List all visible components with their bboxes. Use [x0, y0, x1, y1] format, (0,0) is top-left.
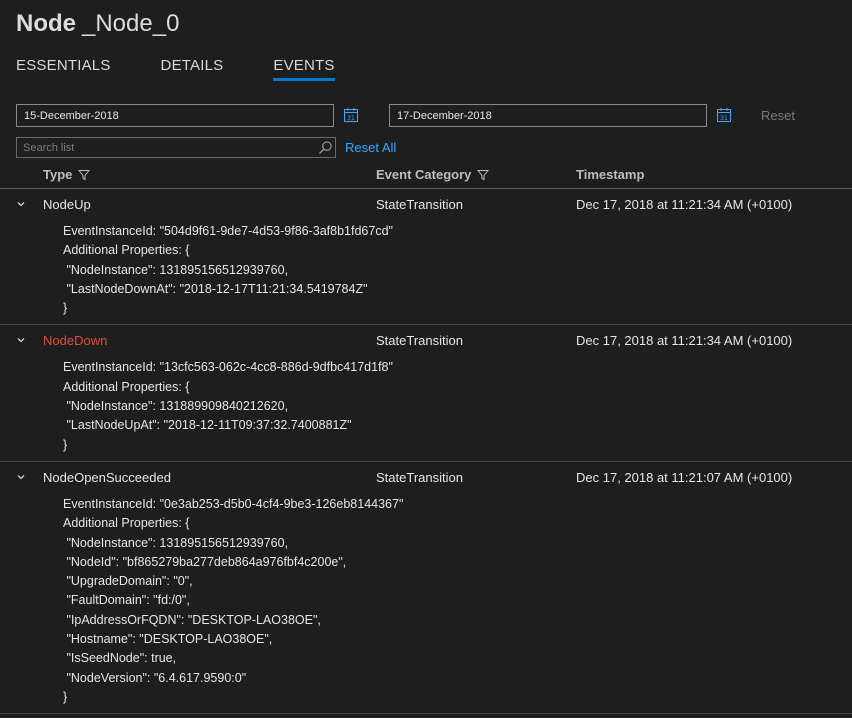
column-category-label: Event Category: [376, 167, 472, 182]
svg-text:31: 31: [720, 115, 728, 122]
detail-line: "NodeInstance": 131895156512939760,: [63, 262, 289, 277]
page-title-name: _Node_0: [82, 10, 180, 37]
event-type: NodeDown: [43, 333, 108, 349]
detail-line: "IpAddressOrFQDN": "DESKTOP-LAO38OE",: [63, 612, 321, 627]
chevron-down-icon[interactable]: [16, 335, 26, 345]
row-header[interactable]: NodeOpenSucceeded StateTransition Dec 17…: [0, 462, 852, 493]
search-input[interactable]: [16, 137, 336, 158]
table-header: Type Event Category Timestamp: [0, 162, 852, 189]
filter-icon[interactable]: [477, 169, 490, 181]
search-icon: [318, 141, 332, 155]
detail-line: Additional Properties: {: [63, 379, 190, 394]
detail-line: Additional Properties: {: [63, 243, 190, 258]
event-type: NodeOpenSucceeded: [43, 469, 171, 485]
row-header[interactable]: NodeDown StateTransition Dec 17, 2018 at…: [0, 325, 852, 356]
tab-essentials[interactable]: ESSENTIALS: [16, 57, 111, 81]
detail-line: Additional Properties: {: [63, 516, 190, 531]
calendar-icon[interactable]: 31: [343, 107, 359, 123]
column-header-timestamp[interactable]: Timestamp: [576, 167, 644, 182]
date-filter-row: 31 31 Reset: [16, 104, 836, 128]
tab-bar: ESSENTIALS DETAILS EVENTS: [16, 57, 385, 81]
detail-line: "IsSeedNode": true,: [63, 651, 177, 666]
detail-line: "Hostname": "DESKTOP-LAO38OE",: [63, 632, 273, 647]
detail-line: "NodeInstance": 131889909840212620,: [63, 399, 289, 414]
chevron-down-icon[interactable]: [16, 472, 26, 482]
detail-line: EventInstanceId: "504d9f61-9de7-4d53-9f8…: [63, 224, 393, 238]
column-type-label: Type: [43, 167, 73, 182]
event-details: EventInstanceId: "13cfc563-062c-4cc8-886…: [0, 356, 852, 460]
detail-line: "UpgradeDomain": "0",: [63, 574, 193, 589]
table-row: NodeDown StateTransition Dec 17, 2018 at…: [0, 325, 852, 462]
page-title: Node _Node_0: [16, 10, 179, 38]
event-timestamp: Dec 17, 2018 at 11:21:34 AM (+0100): [576, 333, 793, 349]
chevron-down-icon[interactable]: [16, 199, 26, 209]
event-category: StateTransition: [376, 469, 463, 485]
detail-line: }: [63, 437, 68, 452]
tab-events[interactable]: EVENTS: [273, 57, 335, 81]
column-timestamp-label: Timestamp: [576, 167, 645, 182]
column-header-category[interactable]: Event Category: [376, 167, 490, 182]
tab-details[interactable]: DETAILS: [161, 57, 224, 81]
detail-line: "FaultDomain": "fd:/0",: [63, 593, 190, 608]
row-header[interactable]: NodeUp StateTransition Dec 17, 2018 at 1…: [0, 189, 852, 220]
reset-all-link[interactable]: Reset All: [345, 140, 396, 155]
table-row: NodeUp StateTransition Dec 17, 2018 at 1…: [0, 189, 852, 326]
reset-dates-button[interactable]: Reset: [761, 108, 795, 123]
detail-line: "LastNodeUpAt": "2018-12-11T09:37:32.740…: [63, 418, 352, 433]
events-table: Type Event Category Timestamp NodeUp Sta…: [0, 162, 852, 715]
detail-line: }: [63, 301, 68, 316]
event-category: StateTransition: [376, 333, 463, 349]
table-row: NodeOpenSucceeded StateTransition Dec 17…: [0, 462, 852, 715]
start-date-input[interactable]: [16, 104, 334, 127]
search-row: Reset All: [16, 137, 836, 159]
event-timestamp: Dec 17, 2018 at 11:21:34 AM (+0100): [576, 197, 793, 212]
detail-line: "NodeVersion": "6.4.617.9590:0": [63, 670, 247, 685]
detail-line: "NodeId": "bf865279ba277deb864a976fbf4c2…: [63, 554, 347, 569]
column-header-type[interactable]: Type: [43, 167, 91, 182]
event-category: StateTransition: [376, 197, 463, 212]
detail-line: "NodeInstance": 131895156512939760,: [63, 535, 289, 550]
event-timestamp: Dec 17, 2018 at 11:21:07 AM (+0100): [576, 469, 793, 485]
calendar-icon[interactable]: 31: [716, 107, 732, 123]
detail-line: }: [63, 689, 68, 704]
detail-line: "LastNodeDownAt": "2018-12-17T11:21:34.5…: [63, 281, 368, 296]
event-details: EventInstanceId: "504d9f61-9de7-4d53-9f8…: [0, 220, 852, 324]
end-date-input[interactable]: [389, 104, 707, 127]
event-type: NodeUp: [43, 197, 91, 212]
svg-text:31: 31: [347, 115, 355, 122]
filter-icon[interactable]: [78, 169, 91, 181]
event-details: EventInstanceId: "0e3ab253-d5b0-4cf4-9be…: [0, 493, 852, 713]
page-title-kind: Node: [16, 10, 76, 37]
detail-line: EventInstanceId: "0e3ab253-d5b0-4cf4-9be…: [63, 496, 404, 511]
detail-line: EventInstanceId: "13cfc563-062c-4cc8-886…: [63, 360, 393, 375]
